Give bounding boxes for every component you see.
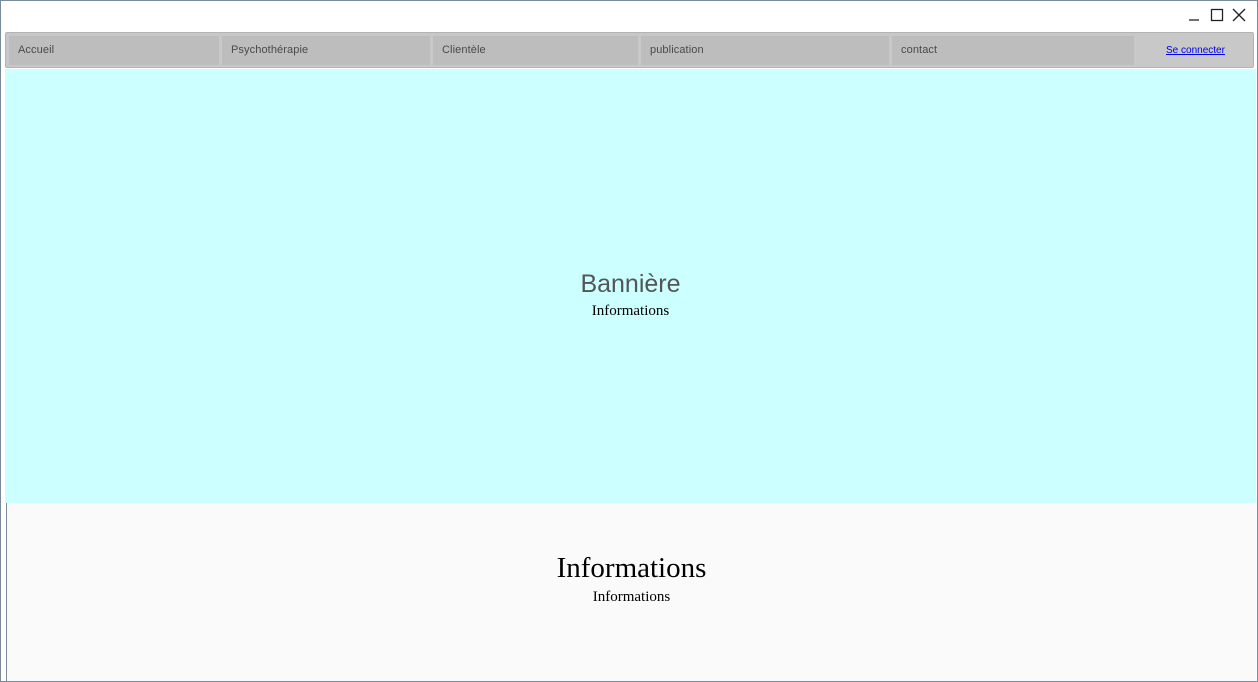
nav-item-contact[interactable]: contact bbox=[892, 36, 1134, 65]
nav-item-accueil[interactable]: Accueil bbox=[9, 36, 219, 65]
nav-item-psychotherapie[interactable]: Psychothérapie bbox=[222, 36, 430, 65]
info-subtitle: Informations bbox=[592, 589, 671, 605]
maximize-icon[interactable] bbox=[1208, 6, 1226, 24]
info-title: Informations bbox=[556, 552, 707, 584]
close-icon[interactable] bbox=[1230, 6, 1248, 24]
banner-subtitle: Informations bbox=[591, 303, 670, 319]
navigation-bar: Accueil Psychothérapie Clientèle publica… bbox=[5, 32, 1254, 68]
browser-window: Accueil Psychothérapie Clientèle publica… bbox=[0, 0, 1258, 682]
banner-section: Bannière Informations bbox=[5, 69, 1256, 503]
minimize-icon[interactable] bbox=[1185, 6, 1203, 24]
nav-item-clientele[interactable]: Clientèle bbox=[433, 36, 638, 65]
nav-item-publication[interactable]: publication bbox=[641, 36, 889, 65]
title-bar bbox=[1, 1, 1257, 32]
banner-title: Bannière bbox=[580, 270, 681, 298]
login-link[interactable]: Se connecter bbox=[1166, 36, 1225, 65]
info-section: Informations Informations bbox=[6, 503, 1256, 681]
